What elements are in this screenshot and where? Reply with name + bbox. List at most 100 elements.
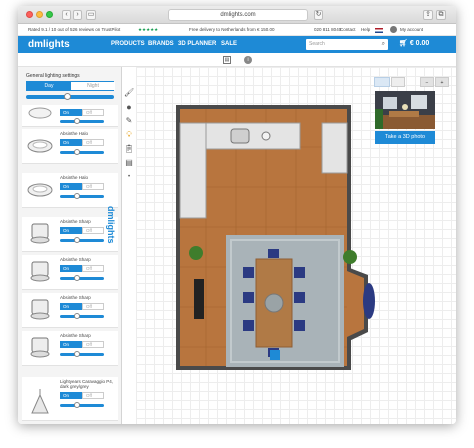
forward-icon[interactable]: › — [73, 10, 82, 20]
search-icon[interactable]: ⌕ — [382, 39, 385, 50]
light-intensity-slider[interactable] — [60, 237, 104, 243]
tab-night[interactable]: Night — [71, 82, 115, 90]
light-name: Absinthe Halo — [60, 175, 89, 180]
maximize-window-button[interactable] — [46, 11, 53, 18]
vertical-brand-logo: dmlights — [106, 206, 116, 244]
close-window-button[interactable] — [26, 11, 33, 18]
light-on-button[interactable]: On — [60, 109, 82, 116]
light-item[interactable]: Absinthe Sharp On Off — [22, 217, 118, 252]
slider-handle[interactable] — [74, 118, 80, 124]
take-3d-photo-button[interactable]: Take a 3D photo — [375, 131, 435, 144]
slider-handle[interactable] — [74, 237, 80, 243]
brush-icon[interactable]: ✎ — [124, 116, 134, 126]
light-intensity-slider[interactable] — [60, 193, 104, 199]
light-item[interactable]: Absinthe Sharp On Off — [22, 293, 118, 328]
light-off-button[interactable]: Off — [82, 303, 104, 310]
light-name: Absinthe Sharp — [60, 333, 91, 338]
light-off-button[interactable]: Off — [82, 139, 104, 146]
browser-titlebar: ‹ › ▭ dmlights.com ↻ ⇪ ⧉ — [18, 6, 456, 24]
light-intensity-slider[interactable] — [60, 402, 104, 408]
sideboard — [194, 279, 204, 319]
light-item[interactable]: Absinthe Halo On Off — [22, 129, 118, 164]
spot-light-thumbnail — [30, 299, 50, 320]
lamp-icon[interactable]: 💡︎ — [124, 130, 134, 140]
slider-handle[interactable] — [74, 351, 80, 357]
address-bar[interactable]: dmlights.com — [168, 9, 308, 21]
zoom-out-button[interactable]: − — [420, 77, 434, 87]
slider-handle[interactable] — [74, 149, 80, 155]
reload-icon[interactable]: ↻ — [314, 10, 323, 20]
light-off-button[interactable]: Off — [82, 109, 104, 116]
slider-handle[interactable] — [74, 313, 80, 319]
my-account-link[interactable]: My account — [400, 24, 423, 36]
tabs-icon[interactable]: ⧉ — [436, 10, 446, 20]
sidebar-toggle-icon[interactable]: ▭ — [86, 10, 96, 20]
search-input[interactable]: Search ⌕ — [306, 39, 388, 50]
main-nav: dmlights PRODUCTS BRANDS 3D PLANNER SALE… — [18, 36, 456, 53]
clipboard-icon[interactable]: 📋︎ — [124, 144, 134, 154]
phone-text[interactable]: 020 811 8040 — [314, 24, 341, 36]
light-off-button[interactable]: Off — [82, 341, 104, 348]
file-menu-icon[interactable]: ▤ — [223, 56, 231, 64]
tool-column: 🖌︎ ● ✎ 💡︎ 📋︎ ▤ • — [122, 88, 136, 238]
material-icon[interactable]: ● — [124, 102, 134, 112]
day-night-tabs: Day Night — [26, 81, 115, 91]
light-intensity-slider[interactable] — [60, 313, 104, 319]
share-icon[interactable]: ⇪ — [423, 10, 433, 20]
back-icon[interactable]: ‹ — [62, 10, 71, 20]
light-on-button[interactable]: On — [60, 265, 82, 272]
contact-link[interactable]: Contact — [340, 24, 356, 36]
slider-handle[interactable] — [64, 93, 71, 100]
light-on-button[interactable]: On — [60, 227, 82, 234]
light-name: Absinthe Sharp — [60, 257, 91, 262]
slider-handle[interactable] — [74, 275, 80, 281]
minimize-window-button[interactable] — [36, 11, 43, 18]
light-on-button[interactable]: On — [60, 341, 82, 348]
dot-icon[interactable]: • — [124, 172, 134, 182]
light-off-button[interactable]: Off — [82, 183, 104, 190]
cart-icon: 🛒︎ — [399, 40, 408, 47]
nav-products[interactable]: PRODUCTS — [111, 41, 145, 48]
light-intensity-slider[interactable] — [60, 275, 104, 281]
table-centerpiece — [264, 293, 284, 313]
light-off-button[interactable]: Off — [82, 392, 104, 399]
view-3d-button[interactable] — [391, 77, 405, 87]
help-link[interactable]: Help — [361, 24, 370, 36]
stove-burner — [261, 131, 271, 141]
light-on-button[interactable]: On — [60, 139, 82, 146]
light-item[interactable]: Absinthe Sharp On Off — [22, 331, 118, 366]
light-name: Lightyears Caravaggio P4, dark grey/grey — [60, 379, 114, 389]
tab-day[interactable]: Day — [27, 82, 71, 90]
camera-marker-icon[interactable] — [270, 350, 280, 360]
light-item[interactable]: Lightyears Caravaggio P4, dark grey/grey… — [22, 377, 118, 421]
slider-handle[interactable] — [74, 193, 80, 199]
light-off-button[interactable]: Off — [82, 227, 104, 234]
planner-toolbar: ▤ i — [18, 53, 456, 67]
light-on-button[interactable]: On — [60, 183, 82, 190]
light-item[interactable]: On Off — [22, 105, 118, 127]
sink — [230, 128, 250, 144]
zoom-in-button[interactable]: + — [435, 77, 449, 87]
slider-handle[interactable] — [74, 402, 80, 408]
language-flag-icon[interactable] — [375, 28, 383, 33]
light-item[interactable]: Absinthe Sharp On Off — [22, 255, 118, 290]
nav-brands[interactable]: BRANDS — [148, 41, 174, 48]
nav-sale[interactable]: SALE — [221, 41, 237, 48]
light-intensity-slider[interactable] — [60, 149, 104, 155]
list-icon[interactable]: ▤ — [124, 158, 134, 168]
site-logo[interactable]: dmlights — [28, 39, 70, 50]
nav-3d-planner[interactable]: 3D PLANNER — [178, 41, 216, 48]
3d-preview-thumbnail[interactable] — [375, 91, 435, 129]
light-name: Absinthe Halo — [60, 131, 89, 136]
light-item[interactable]: Absinthe Halo On Off — [22, 173, 118, 208]
light-intensity-slider[interactable] — [60, 351, 104, 357]
view-2d-button[interactable] — [374, 77, 390, 87]
cart-button[interactable]: 🛒︎ € 0.00 — [399, 40, 429, 48]
light-on-button[interactable]: On — [60, 303, 82, 310]
light-off-button[interactable]: Off — [82, 265, 104, 272]
paint-icon[interactable]: 🖌︎ — [124, 88, 134, 98]
light-intensity-slider[interactable] — [60, 118, 104, 124]
info-icon[interactable]: i — [244, 56, 252, 64]
light-on-button[interactable]: On — [60, 392, 82, 399]
lighting-settings-title: General lighting settings — [26, 73, 80, 79]
